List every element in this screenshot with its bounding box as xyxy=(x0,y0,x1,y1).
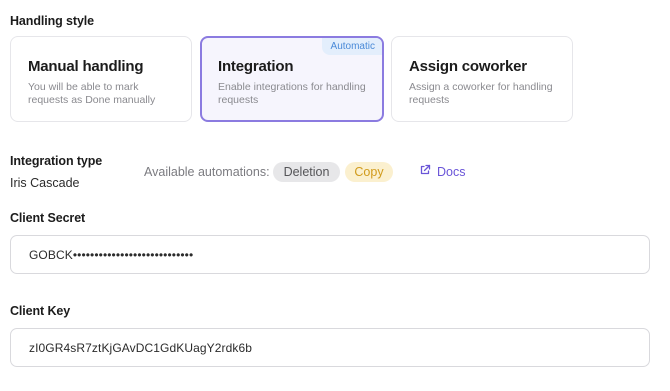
external-link-icon xyxy=(419,164,431,179)
docs-link[interactable]: Docs xyxy=(419,164,465,179)
docs-link-label: Docs xyxy=(437,164,466,179)
integration-settings-panel: Handling style Manual handling You will … xyxy=(0,0,670,391)
manual-handling-title: Manual handling xyxy=(28,58,144,75)
automation-chip-deletion: Deletion xyxy=(273,162,340,182)
client-secret-label: Client Secret xyxy=(10,211,86,225)
assign-coworker-card[interactable]: Assign coworker Assign a coworker for ha… xyxy=(391,36,573,122)
manual-handling-description: You will be able to mark requests as Don… xyxy=(28,81,156,106)
manual-handling-card[interactable]: Manual handling You will be able to mark… xyxy=(10,36,192,122)
assign-coworker-description: Assign a coworker for handling requests xyxy=(409,81,553,106)
integration-card[interactable]: Automatic Integration Enable integration… xyxy=(200,36,384,122)
available-automations-label: Available automations: xyxy=(144,165,270,179)
integration-title: Integration xyxy=(218,58,294,75)
assign-coworker-title: Assign coworker xyxy=(409,58,527,75)
client-key-value: zI0GR4sR7ztKjGAvDC1GdKUagY2rdk6b xyxy=(29,340,253,355)
integration-type-label: Integration type xyxy=(10,154,103,168)
handling-style-label: Handling style xyxy=(10,14,95,28)
client-key-label: Client Key xyxy=(10,304,71,318)
automatic-badge: Automatic xyxy=(321,38,382,55)
integration-description: Enable integrations for handling request… xyxy=(218,81,366,106)
client-secret-value: GOBCK•••••••••••••••••••••••••••• xyxy=(29,247,194,262)
client-secret-input[interactable]: GOBCK•••••••••••••••••••••••••••• xyxy=(10,235,650,274)
integration-type-value: Iris Cascade xyxy=(10,176,80,190)
automation-chip-copy: Copy xyxy=(345,162,393,182)
client-key-input[interactable]: zI0GR4sR7ztKjGAvDC1GdKUagY2rdk6b xyxy=(10,328,650,367)
